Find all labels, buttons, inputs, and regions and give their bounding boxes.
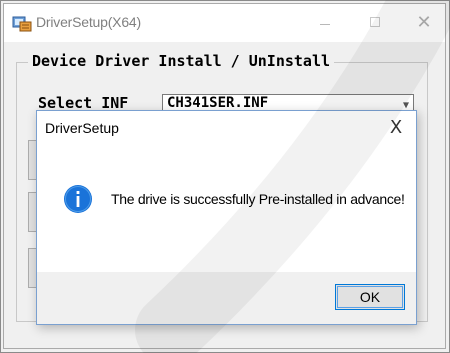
message-dialog: DriverSetup X The drive is successfully …	[36, 110, 417, 325]
ok-button-label: OK	[359, 289, 381, 305]
info-icon	[64, 185, 92, 213]
group-title: Device Driver Install / UnInstall	[28, 52, 335, 70]
window-titlebar: DriverSetup(X64) ✕	[4, 4, 445, 42]
dialog-footer: OK	[37, 272, 416, 324]
window-close-button[interactable]: ✕	[404, 8, 444, 38]
window-title: DriverSetup(X64)	[36, 14, 141, 30]
dialog-title: DriverSetup	[45, 120, 119, 136]
dialog-close-button[interactable]: X	[382, 115, 410, 141]
maximize-button[interactable]	[356, 8, 396, 38]
ok-button[interactable]: OK	[335, 284, 405, 310]
minimize-button[interactable]	[306, 8, 346, 38]
setup-app-icon	[12, 16, 32, 32]
inf-select-value: CH341SER.INF	[167, 95, 269, 111]
dialog-message: The drive is successfully Pre-installed …	[111, 191, 405, 207]
